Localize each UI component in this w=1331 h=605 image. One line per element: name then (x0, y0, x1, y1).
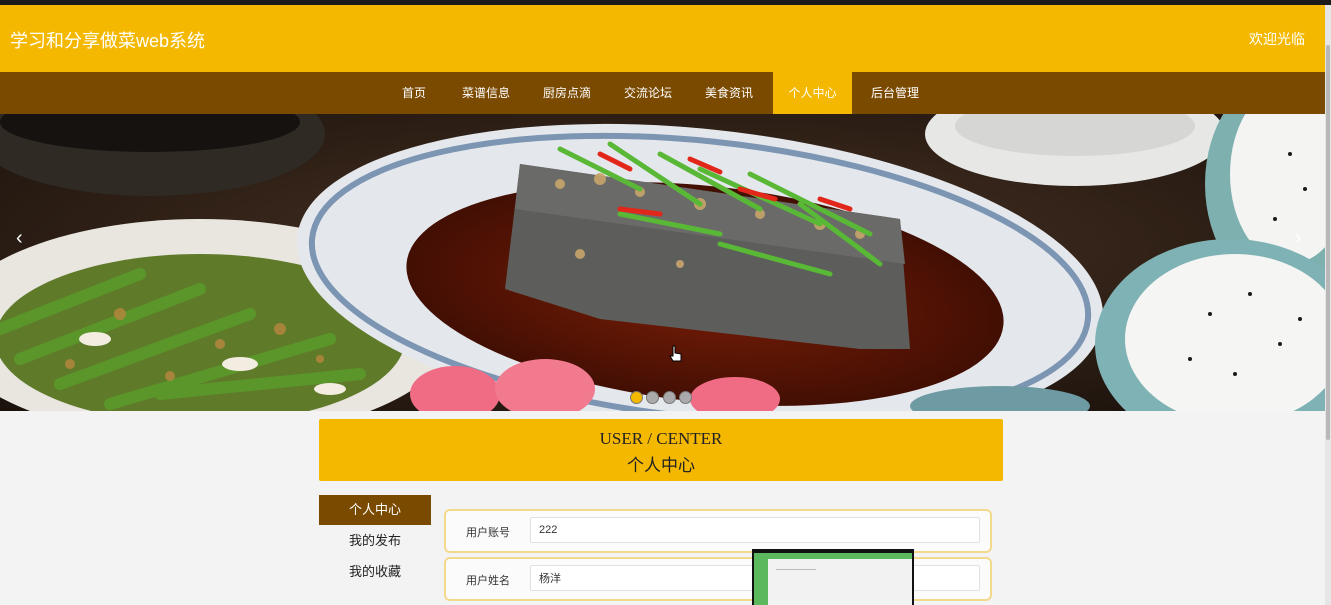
user-center-title-cn: 个人中心 (627, 456, 695, 475)
preview-text-line (776, 569, 816, 570)
chevron-right-icon[interactable]: › (1295, 227, 1302, 250)
nav-item-recipes[interactable]: 菜谱信息 (455, 72, 517, 114)
sidebar-item-user-center[interactable]: 个人中心 (319, 495, 431, 525)
field-account: 用户账号 (444, 509, 992, 553)
mouse-cursor-icon (669, 345, 682, 362)
site-header: 学习和分享做菜web系统 欢迎光临 (0, 5, 1325, 72)
carousel-dot-3[interactable] (663, 391, 676, 404)
sidebar-item-my-favorites[interactable]: 我的收藏 (319, 557, 431, 587)
nav-item-admin[interactable]: 后台管理 (864, 72, 926, 114)
main-nav: 首页 菜谱信息 厨房点滴 交流论坛 美食资讯 个人中心 后台管理 (0, 72, 1325, 114)
carousel-dot-2[interactable] (646, 391, 659, 404)
chevron-left-icon[interactable]: ‹ (16, 227, 23, 250)
scrollbar-thumb[interactable] (1326, 45, 1330, 440)
carousel-dot-1[interactable] (630, 391, 643, 404)
banner-food-image (0, 114, 1325, 411)
preview-title-bar (754, 553, 912, 559)
account-input[interactable] (530, 517, 980, 543)
user-center-title: USER / CENTER 个人中心 (319, 419, 1003, 481)
thumbnail-preview-overlay (752, 549, 914, 605)
page-scrollbar[interactable] (1325, 5, 1331, 605)
nav-item-user-center[interactable]: 个人中心 (773, 72, 852, 114)
banner-carousel: ‹ › (0, 114, 1325, 411)
nav-item-forum[interactable]: 交流论坛 (617, 72, 679, 114)
welcome-text: 欢迎光临 (1249, 31, 1305, 47)
account-label: 用户账号 (466, 527, 510, 539)
nav-item-home[interactable]: 首页 (392, 72, 436, 114)
nav-item-kitchen-tips[interactable]: 厨房点滴 (536, 72, 598, 114)
user-center-title-en: USER / CENTER (599, 429, 723, 448)
carousel-dot-4[interactable] (679, 391, 692, 404)
preview-window (754, 553, 912, 605)
name-label: 用户姓名 (466, 575, 510, 587)
site-title: 学习和分享做菜web系统 (10, 31, 206, 51)
sidebar-item-my-posts[interactable]: 我的发布 (319, 526, 431, 556)
nav-item-food-news[interactable]: 美食资讯 (698, 72, 760, 114)
preview-sidebar (754, 559, 768, 605)
